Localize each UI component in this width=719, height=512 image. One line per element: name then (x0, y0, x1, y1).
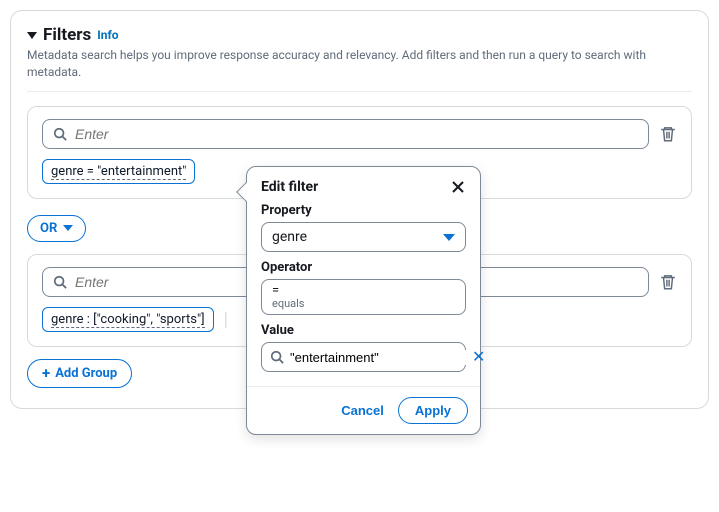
edit-filter-popover: Edit filter Property genre Operator = eq… (246, 166, 481, 435)
search-icon (53, 275, 67, 289)
popover-title: Edit filter (261, 179, 318, 195)
value-input[interactable] (290, 350, 466, 365)
chevron-down-icon (443, 234, 455, 241)
filters-title: Filters (43, 25, 91, 45)
filter-search-box[interactable] (42, 119, 649, 149)
filter-chip-text: genre : ["cooking", "sports"] (51, 312, 205, 328)
or-connector-button[interactable]: OR (27, 215, 86, 242)
cancel-button[interactable]: Cancel (341, 403, 384, 418)
filter-chip[interactable]: genre : ["cooking", "sports"] (42, 307, 214, 332)
value-input-box[interactable]: ✕ (261, 342, 466, 372)
info-link[interactable]: Info (97, 28, 118, 42)
operator-name: equals (272, 298, 304, 310)
clear-icon[interactable]: ✕ (472, 349, 485, 365)
or-label: OR (40, 221, 57, 236)
operator-symbol: = (272, 284, 304, 298)
plus-icon: + (42, 366, 50, 381)
filter-search-input[interactable] (75, 126, 638, 142)
property-label: Property (261, 203, 466, 218)
add-group-button[interactable]: + Add Group (27, 359, 132, 388)
filters-description: Metadata search helps you improve respon… (27, 47, 692, 81)
collapse-caret-icon[interactable] (27, 32, 37, 39)
property-select[interactable]: genre (261, 222, 466, 252)
chevron-down-icon (63, 225, 73, 231)
trash-icon[interactable] (659, 125, 677, 143)
trash-icon[interactable] (659, 273, 677, 291)
property-value: genre (272, 229, 307, 245)
operator-select[interactable]: = equals (261, 279, 466, 315)
divider (27, 91, 692, 92)
filter-chip-text: genre = "entertainment" (51, 164, 186, 180)
value-label: Value (261, 323, 466, 338)
filters-panel: Filters Info Metadata search helps you i… (10, 10, 709, 409)
filter-chip[interactable]: genre = "entertainment" (42, 159, 195, 184)
close-icon[interactable] (450, 179, 466, 195)
search-icon (53, 127, 67, 141)
chip-separator: | (224, 309, 228, 330)
filters-header: Filters Info (27, 25, 692, 45)
apply-button[interactable]: Apply (398, 397, 468, 424)
operator-label: Operator (261, 260, 466, 275)
add-group-label: Add Group (55, 366, 117, 381)
search-icon (270, 350, 284, 364)
